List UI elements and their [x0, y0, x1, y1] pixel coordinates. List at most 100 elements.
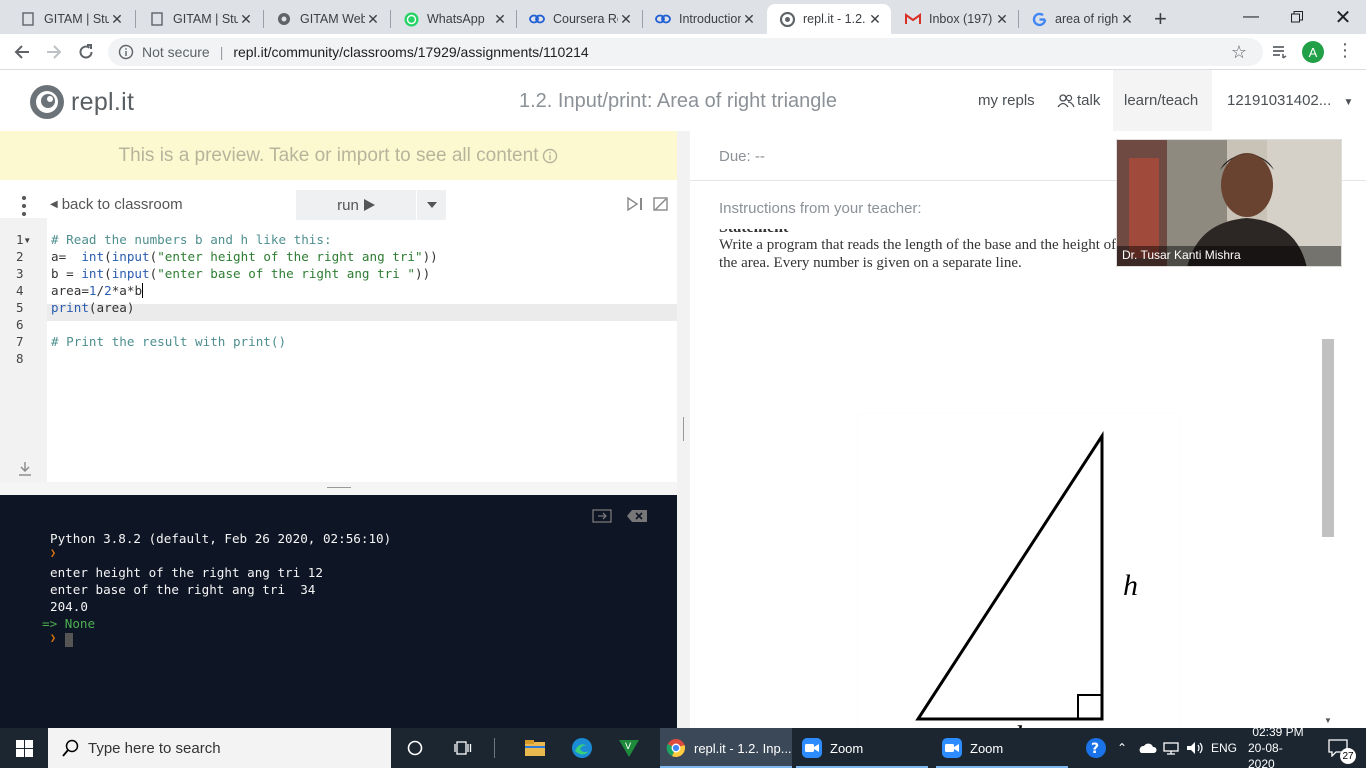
backspace-icon[interactable]	[626, 509, 648, 528]
taskbar-app-zoom[interactable]: Zoom	[796, 728, 928, 768]
line-number: 4	[16, 283, 24, 298]
line-number: 1▾	[16, 232, 32, 247]
code-token: /	[96, 283, 105, 298]
browser-tab[interactable]: GITAM Web ✕	[264, 4, 389, 34]
close-icon[interactable]: ✕	[238, 11, 254, 28]
edge-browser-icon[interactable]	[567, 728, 597, 768]
language-indicator[interactable]: ENG	[1211, 728, 1237, 768]
code-token: (area)	[88, 300, 135, 315]
kebab-menu-icon[interactable]	[16, 194, 32, 218]
nav-user-menu[interactable]: 12191031402... ▼	[1227, 92, 1353, 109]
code-token: "enter base of the right ang tri "	[157, 266, 415, 281]
info-icon[interactable]	[118, 44, 134, 60]
pane-resizer[interactable]	[0, 482, 677, 495]
line-number: 8	[16, 351, 24, 366]
code-editor[interactable]: 1▾ 2 3 4 5 6 7 8 # Read the numbers b an…	[0, 218, 677, 462]
console-pane[interactable]: Python 3.8.2 (default, Feb 26 2020, 02:5…	[0, 495, 677, 728]
code-token: area=	[51, 283, 89, 298]
chevron-up-icon[interactable]: ⌃	[1114, 728, 1130, 768]
caret-down-icon: ▼	[1343, 97, 1354, 108]
close-icon[interactable]: ✕	[741, 11, 757, 28]
close-icon[interactable]: ✕	[492, 11, 508, 28]
reload-icon[interactable]	[74, 40, 98, 64]
browser-tab[interactable]: Inbox (197) ✕	[893, 4, 1018, 34]
restore-icon[interactable]	[1274, 0, 1320, 34]
clock[interactable]: 02:39 PM 20-08-2020	[1248, 725, 1308, 771]
vim-icon[interactable]: V	[614, 728, 644, 768]
nav-learn-teach[interactable]: learn/teach	[1124, 92, 1198, 109]
console-cursor	[65, 633, 73, 647]
network-icon[interactable]	[1160, 728, 1182, 768]
clear-console-icon[interactable]	[592, 509, 612, 528]
code-token: int	[81, 266, 105, 281]
browser-tab[interactable]: Introduction ✕	[643, 4, 765, 34]
scroll-down-arrow-icon[interactable]: ▼	[1324, 716, 1332, 725]
windows-taskbar: Type here to search V repl.it - 1.2. Inp…	[0, 725, 1366, 771]
more-menu-icon[interactable]: ⋮	[1336, 40, 1354, 60]
collapse-icon[interactable]	[653, 197, 668, 216]
video-call-overlay[interactable]: Dr. Tusar Kanti Mishra	[1116, 139, 1342, 267]
preview-banner-text: This is a preview. Take or import to see…	[118, 144, 539, 166]
action-center-icon[interactable]: 27	[1318, 728, 1358, 768]
globe-icon	[276, 11, 292, 27]
back-to-classroom-link[interactable]: ◀ back to classroom	[50, 196, 183, 213]
document-icon	[20, 11, 36, 27]
taskbar-app-label: Zoom	[970, 740, 1004, 756]
address-bar[interactable]: Not secure | repl.it/community/classroom…	[108, 38, 1263, 66]
start-button[interactable]	[0, 728, 48, 768]
browser-tab[interactable]: area of righ ✕	[1019, 4, 1143, 34]
close-icon[interactable]: ✕	[365, 11, 381, 28]
taskbar-app-chrome[interactable]: repl.it - 1.2. Inp...	[660, 728, 792, 768]
browser-tab-active[interactable]: repl.it - 1.2. ✕	[767, 4, 891, 34]
media-queue-icon[interactable]	[1268, 40, 1292, 64]
scrollbar-thumb[interactable]	[1322, 339, 1334, 537]
clock-date: 20-08-2020	[1248, 741, 1283, 771]
onedrive-icon[interactable]	[1136, 728, 1158, 768]
run-button[interactable]: run	[296, 190, 416, 220]
nav-my-repls[interactable]: my repls	[978, 92, 1035, 109]
minimize-icon[interactable]: —	[1228, 0, 1274, 34]
close-window-icon[interactable]: ✕	[1320, 0, 1366, 34]
taskbar-app-zoom[interactable]: Zoom	[936, 728, 1068, 768]
browser-tab[interactable]: GITAM | Stu ✕	[137, 4, 262, 34]
volume-icon[interactable]	[1184, 728, 1206, 768]
caret-down-icon	[426, 202, 437, 208]
close-icon[interactable]: ✕	[867, 11, 883, 28]
close-icon[interactable]: ✕	[109, 11, 125, 28]
profile-avatar[interactable]: A	[1302, 41, 1324, 63]
cortana-icon[interactable]	[400, 728, 430, 768]
close-icon[interactable]: ✕	[994, 11, 1010, 28]
taskbar-search-box[interactable]: Type here to search	[48, 728, 391, 768]
download-icon[interactable]	[18, 461, 32, 482]
back-arrow-icon[interactable]	[10, 40, 34, 64]
new-tab-icon[interactable]: +	[1154, 6, 1167, 32]
bookmark-star-icon[interactable]: ☆	[1231, 42, 1247, 63]
file-explorer-icon[interactable]	[520, 728, 550, 768]
help-icon[interactable]: ?	[1084, 728, 1108, 768]
close-icon[interactable]: ✕	[618, 11, 634, 28]
user-id: 12191031402...	[1227, 92, 1332, 109]
info-circle-icon[interactable]	[542, 148, 558, 164]
document-icon	[149, 11, 165, 27]
replit-logo[interactable]: repl.it	[27, 82, 134, 122]
task-view-icon[interactable]	[448, 728, 478, 768]
line-number: 7	[16, 334, 24, 349]
run-options-dropdown[interactable]	[417, 190, 446, 220]
browser-tab[interactable]: WhatsApp ✕	[391, 4, 516, 34]
step-forward-icon[interactable]	[627, 196, 645, 216]
forward-arrow-icon[interactable]	[42, 40, 66, 64]
line-number: 3	[16, 266, 24, 281]
code-token: input	[111, 266, 150, 281]
close-icon[interactable]: ✕	[1119, 11, 1135, 28]
tab-title: GITAM Web	[300, 12, 365, 26]
vertical-splitter[interactable]	[677, 131, 690, 728]
nav-talk-label: talk	[1077, 92, 1101, 109]
browser-tab[interactable]: Coursera Re ✕	[517, 4, 642, 34]
browser-tab[interactable]: GITAM | Stu ✕	[8, 4, 133, 34]
scrollbar[interactable]: ▼	[1321, 339, 1335, 728]
instructions-content[interactable]: Statement Write a program that reads the…	[690, 229, 1321, 728]
nav-talk[interactable]: talk	[1057, 92, 1100, 109]
coursera-icon	[655, 11, 671, 27]
code-line: b = int(input("enter base of the right a…	[51, 266, 430, 281]
console-output-line: enter base of the right ang tri 34	[50, 582, 316, 597]
